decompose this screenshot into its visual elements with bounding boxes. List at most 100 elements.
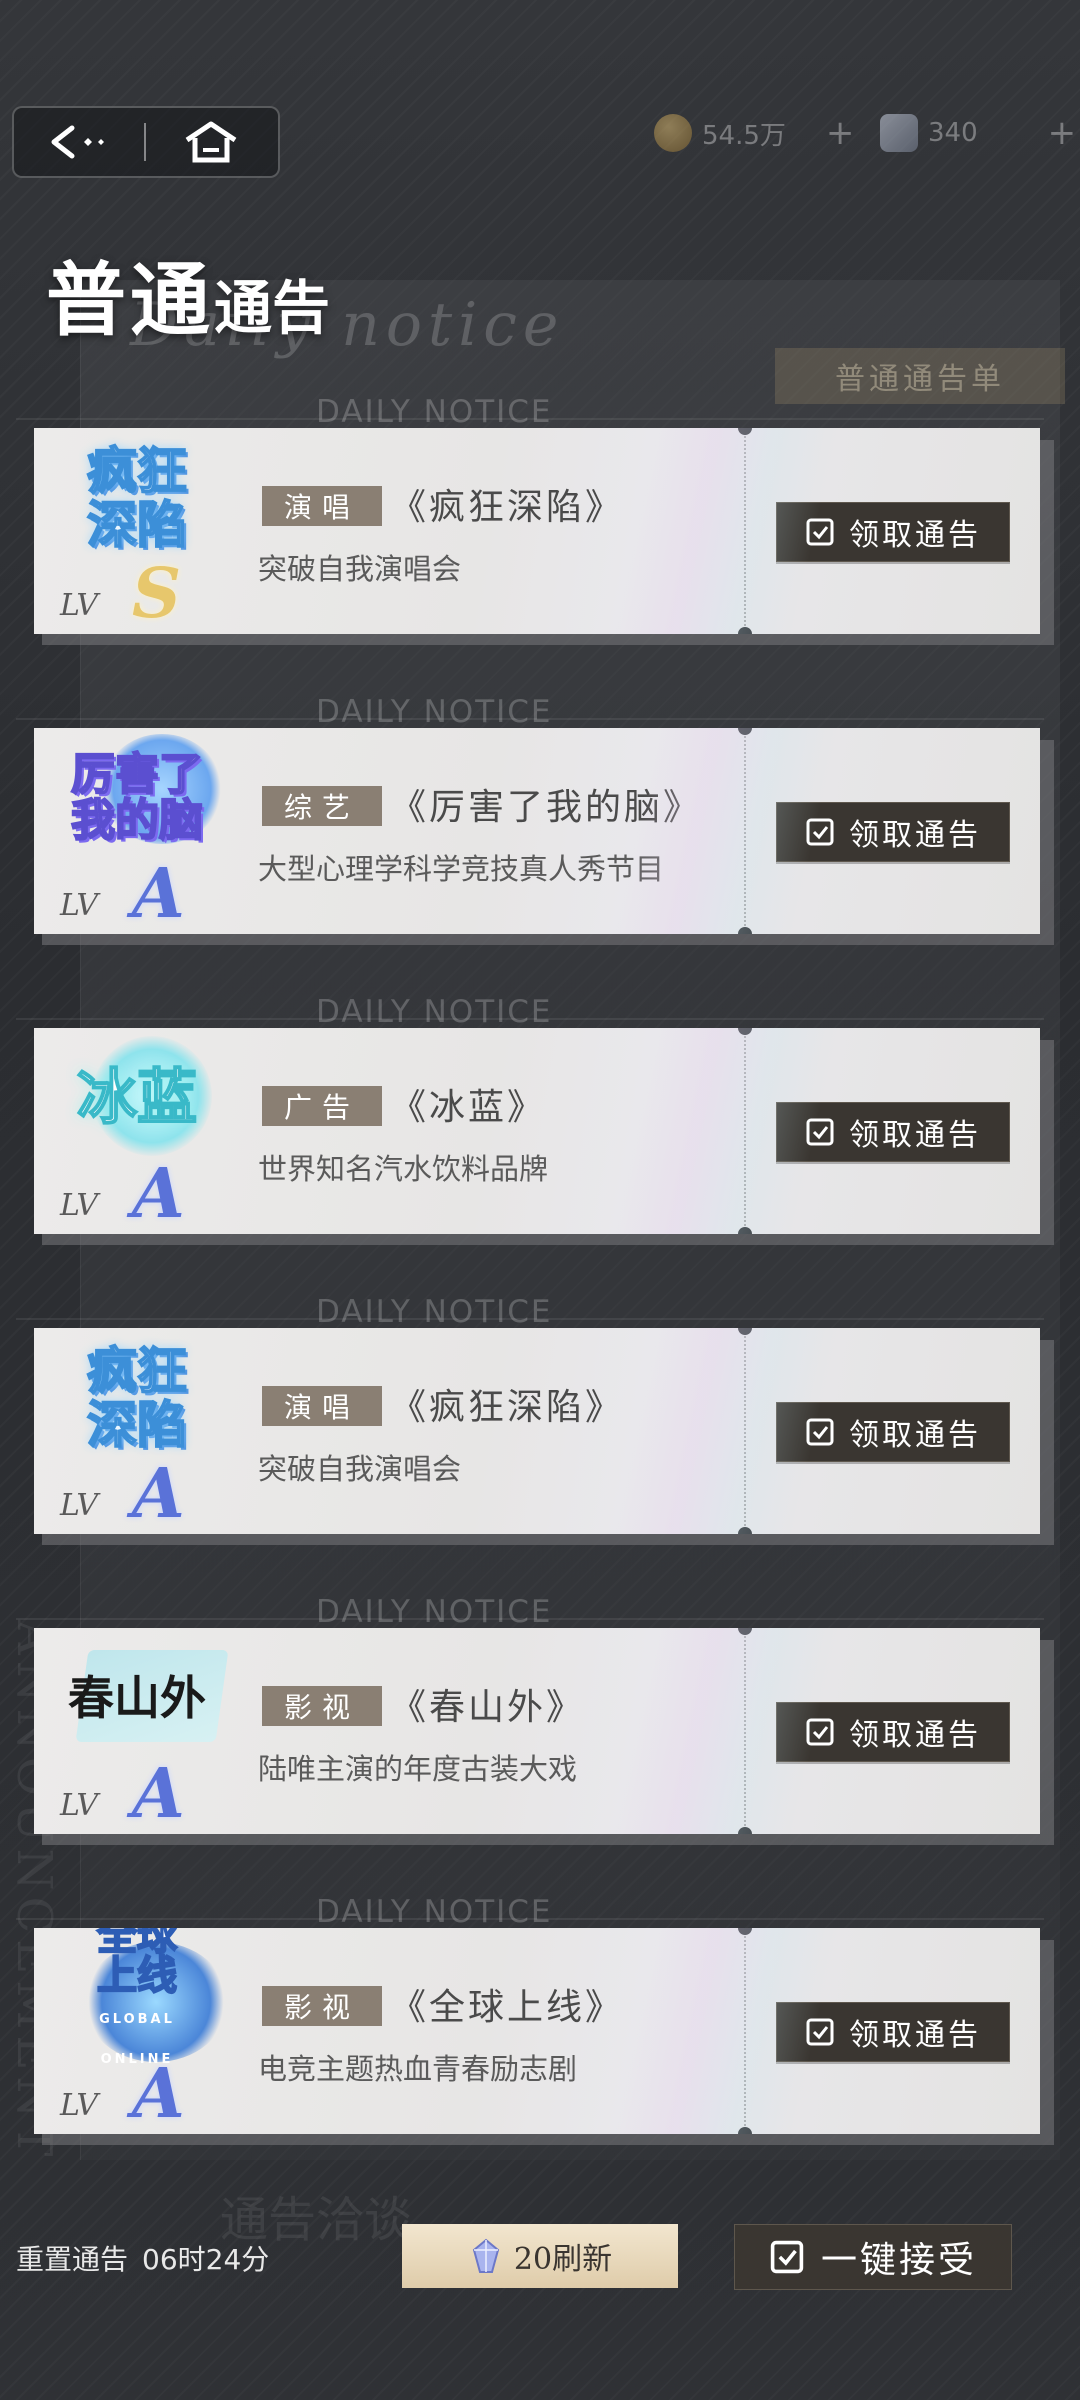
show-description: 世界知名汽水饮料品牌 [258,1152,549,1186]
notice-ticket: 全球 上线 GLOBAL ONLINE LV A 影视 《全球上线》 电竞主题热血青… [34,1928,1040,2134]
logo-title: 疯狂 深陷 [86,442,188,554]
crystal-icon [472,2238,500,2273]
claim-notice-label: 领取通告 [849,1418,981,1453]
perforation-notch [738,627,752,634]
page-title: 普通通告 [46,236,330,352]
category-badge: 综艺 [262,786,382,826]
refresh-button[interactable]: 20刷新 [402,2224,678,2288]
show-logo: 厉害了 我的脑 [62,734,222,858]
level-rank: A [132,2054,185,2134]
gem-balance: 340 + [880,108,1076,158]
coin-amount: 54.5万 [702,120,786,151]
show-logo-text: 冰蓝 [76,1067,198,1129]
level-rank: A [132,1454,185,1534]
gem-icon [880,114,918,152]
ticket-perforation [744,1628,746,1834]
show-title: 《全球上线》 [390,1987,625,2028]
accept-all-label: 一键接受 [820,2240,977,2281]
claim-notice-label: 领取通告 [849,1118,981,1153]
add-coins-button[interactable]: + [826,113,855,153]
notice-card: DAILY NOTICE 冰蓝 LV A 广告 《冰蓝》 世界知名汽水饮料品牌 … [0,994,1080,1245]
show-logo: 全球 上线 GLOBAL ONLINE [62,1928,228,2067]
show-description: 陆唯主演的年度古装大戏 [258,1752,578,1786]
level-label: LV [60,1188,99,1223]
notice-ticket: 疯狂 深陷 LV A 演唱 《疯狂深陷》 突破自我演唱会 领取通告 [34,1328,1040,1534]
notice-card: DAILY NOTICE 疯狂 深陷 LV S 演唱 《疯狂深陷》 突破自我演唱会… [0,394,1080,645]
show-logo: 冰蓝 [62,1036,212,1158]
page-title-small: 通告 [214,274,331,342]
add-gems-button[interactable]: + [1048,113,1077,153]
accept-all-button[interactable]: 一键接受 [734,2224,1012,2290]
back-button[interactable] [14,106,144,178]
page-title-main: 普通 [46,253,214,347]
category-badge: 演唱 [262,1386,382,1426]
notice-ticket: 疯狂 深陷 LV S 演唱 《疯狂深陷》 突破自我演唱会 领取通告 [34,428,1040,634]
claim-notice-button[interactable]: 领取通告 [776,1402,1010,1462]
checkbox-icon [806,818,834,846]
show-logo: 疯狂 深陷 [62,438,212,558]
perforation-notch [738,927,752,934]
checkbox-icon [806,518,834,546]
card-header-label: DAILY NOTICE [316,994,553,1030]
show-logo-text: 疯狂 深陷 [86,442,188,554]
level-label: LV [60,888,99,923]
perforation-notch [738,1928,752,1935]
show-logo-text: 春山外 [68,1671,206,1725]
home-icon [185,121,237,163]
notice-card: DAILY NOTICE 全球 上线 GLOBAL ONLINE LV A 影视 《… [0,1894,1080,2145]
checkbox-icon [770,2240,804,2274]
claim-notice-button[interactable]: 领取通告 [776,1702,1010,1762]
notice-card: DAILY NOTICE 疯狂 深陷 LV A 演唱 《疯狂深陷》 突破自我演唱会… [0,1294,1080,1545]
card-header-label: DAILY NOTICE [316,1594,553,1630]
claim-notice-label: 领取通告 [849,1718,981,1753]
logo-title: 厉害了 我的脑 [70,749,204,846]
level-label: LV [60,2088,99,2123]
logo-title: 全球 上线 [96,1928,178,1999]
perforation-notch [738,428,752,435]
perforation-notch [738,1227,752,1234]
claim-notice-button[interactable]: 领取通告 [776,2002,1010,2062]
gem-amount: 340 [928,118,978,148]
logo-title: 春山外 [68,1671,206,1725]
reset-label: 重置通告 [16,2243,129,2276]
claim-notice-label: 领取通告 [849,2018,981,2053]
category-badge: 广告 [262,1086,382,1126]
level-label: LV [60,588,99,623]
notice-card: DAILY NOTICE 厉害了 我的脑 LV A 综艺 《厉害了我的脑》 大型心… [0,694,1080,945]
checkbox-icon [806,2018,834,2046]
show-logo: 疯狂 深陷 [62,1338,212,1458]
level-rank: A [132,1754,185,1834]
refresh-label: 20刷新 [513,2242,613,2277]
logo-title: 疯狂 深陷 [86,1342,188,1454]
reset-time: 06时24分 [142,2243,270,2276]
back-icon [51,125,104,159]
coin-balance: 54.5万 + [654,108,854,158]
ticket-perforation [744,1328,746,1534]
home-button[interactable] [146,106,276,178]
ticket-perforation [744,1928,746,2134]
card-header-label: DAILY NOTICE [316,1894,553,1930]
show-description: 突破自我演唱会 [258,552,462,586]
notice-ticket: 冰蓝 LV A 广告 《冰蓝》 世界知名汽水饮料品牌 领取通告 [34,1028,1040,1234]
ticket-perforation [744,428,746,634]
perforation-notch [738,1527,752,1534]
ticket-perforation [744,728,746,934]
show-logo: 春山外 [62,1638,212,1758]
claim-notice-button[interactable]: 领取通告 [776,502,1010,562]
checkbox-icon [806,1118,834,1146]
perforation-notch [738,2127,752,2134]
ticket-perforation [744,1028,746,1234]
category-badge: 影视 [262,1986,382,2026]
card-header-label: DAILY NOTICE [316,394,553,430]
perforation-notch [738,1328,752,1335]
reset-timer: 重置通告 06时24分 [16,2238,269,2278]
claim-notice-button[interactable]: 领取通告 [776,802,1010,862]
claim-notice-button[interactable]: 领取通告 [776,1102,1010,1162]
notice-sheet-label: 普通通告单 [775,348,1065,404]
show-title: 《厉害了我的脑》 [390,787,703,828]
show-title: 《冰蓝》 [390,1087,547,1128]
logo-title: 冰蓝 [76,1063,198,1133]
checkbox-icon [806,1718,834,1746]
perforation-notch [738,728,752,735]
show-description: 电竞主题热血青春励志剧 [258,2052,578,2086]
